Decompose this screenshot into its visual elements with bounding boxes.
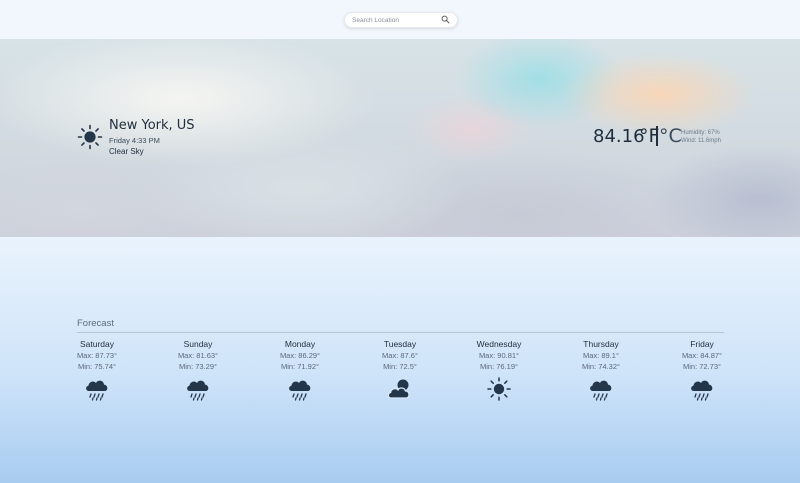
- search-input[interactable]: [352, 14, 440, 26]
- forecast-day-name: Saturday: [79, 339, 115, 349]
- current-temperature: 84.16: [593, 126, 645, 147]
- sun-icon: [77, 124, 103, 150]
- forecast-min-temp: Min: 74.32°: [581, 362, 621, 371]
- top-bar: [0, 0, 800, 39]
- forecast-day: Wednesday Max: 90.81° Min: 76.19°: [454, 338, 544, 402]
- current-datetime: Friday 4:33 PM: [109, 136, 160, 145]
- rain-cloud-icon: [86, 380, 108, 401]
- forecast-day: Monday Max: 86.29° Min: 71.92°: [255, 338, 345, 402]
- rain-cloud-icon: [691, 380, 713, 401]
- forecast-max-temp: Max: 89.1°: [583, 351, 619, 360]
- forecast-max-temp: Max: 86.29°: [279, 351, 321, 360]
- forecast-title: Forecast: [77, 318, 114, 329]
- forecast-max-temp: Max: 90.81°: [478, 351, 520, 360]
- forecast-min-temp: Min: 76.19°: [479, 362, 519, 371]
- forecast-max-temp: Max: 81.63°: [177, 351, 219, 360]
- search-box[interactable]: [344, 12, 458, 28]
- humidity-readout: Humidity: 67%: [681, 130, 720, 136]
- rain-cloud-icon: [187, 380, 209, 401]
- forecast-day-name: Tuesday: [383, 339, 417, 349]
- unit-divider: [656, 126, 658, 146]
- current-weather-hero: New York, US Friday 4:33 PM Clear Sky 84…: [0, 39, 800, 237]
- sun-icon: [487, 377, 511, 401]
- forecast-day-name: Wednesday: [476, 339, 522, 349]
- rain-cloud-icon: [289, 380, 311, 401]
- forecast-day: Friday Max: 84.87° Min: 72.73°: [657, 338, 747, 402]
- forecast-day-name: Thursday: [583, 339, 619, 349]
- forecast-max-temp: Max: 84.87°: [681, 351, 723, 360]
- rain-cloud-icon: [590, 380, 612, 401]
- forecast-min-temp: Min: 72.73°: [682, 362, 722, 371]
- forecast-day-name: Friday: [690, 339, 714, 349]
- forecast-max-temp: Max: 87.73°: [76, 351, 118, 360]
- search-icon[interactable]: [441, 15, 450, 24]
- forecast-day: Sunday Max: 81.63° Min: 73.29°: [153, 338, 243, 402]
- forecast-day: Tuesday Max: 87.6° Min: 72.5°: [355, 338, 445, 402]
- forecast-day: Thursday Max: 89.1° Min: 74.32°: [556, 338, 646, 402]
- forecast-max-temp: Max: 87.6°: [382, 351, 418, 360]
- forecast-day-name: Sunday: [183, 339, 213, 349]
- celsius-toggle[interactable]: °C: [659, 125, 682, 147]
- forecast-day: Saturday Max: 87.73° Min: 75.74°: [52, 338, 142, 402]
- weather-condition: Clear Sky: [109, 147, 144, 156]
- forecast-divider: [77, 332, 724, 333]
- forecast-min-temp: Min: 73.29°: [178, 362, 218, 371]
- city-name: New York, US: [109, 118, 195, 133]
- partly-cloudy-icon: [387, 379, 410, 399]
- forecast-min-temp: Min: 71.92°: [280, 362, 320, 371]
- wind-readout: Wind: 11.6mph: [681, 138, 721, 144]
- forecast-min-temp: Min: 72.5°: [383, 362, 417, 371]
- forecast-day-name: Monday: [284, 339, 316, 349]
- forecast-min-temp: Min: 75.74°: [77, 362, 117, 371]
